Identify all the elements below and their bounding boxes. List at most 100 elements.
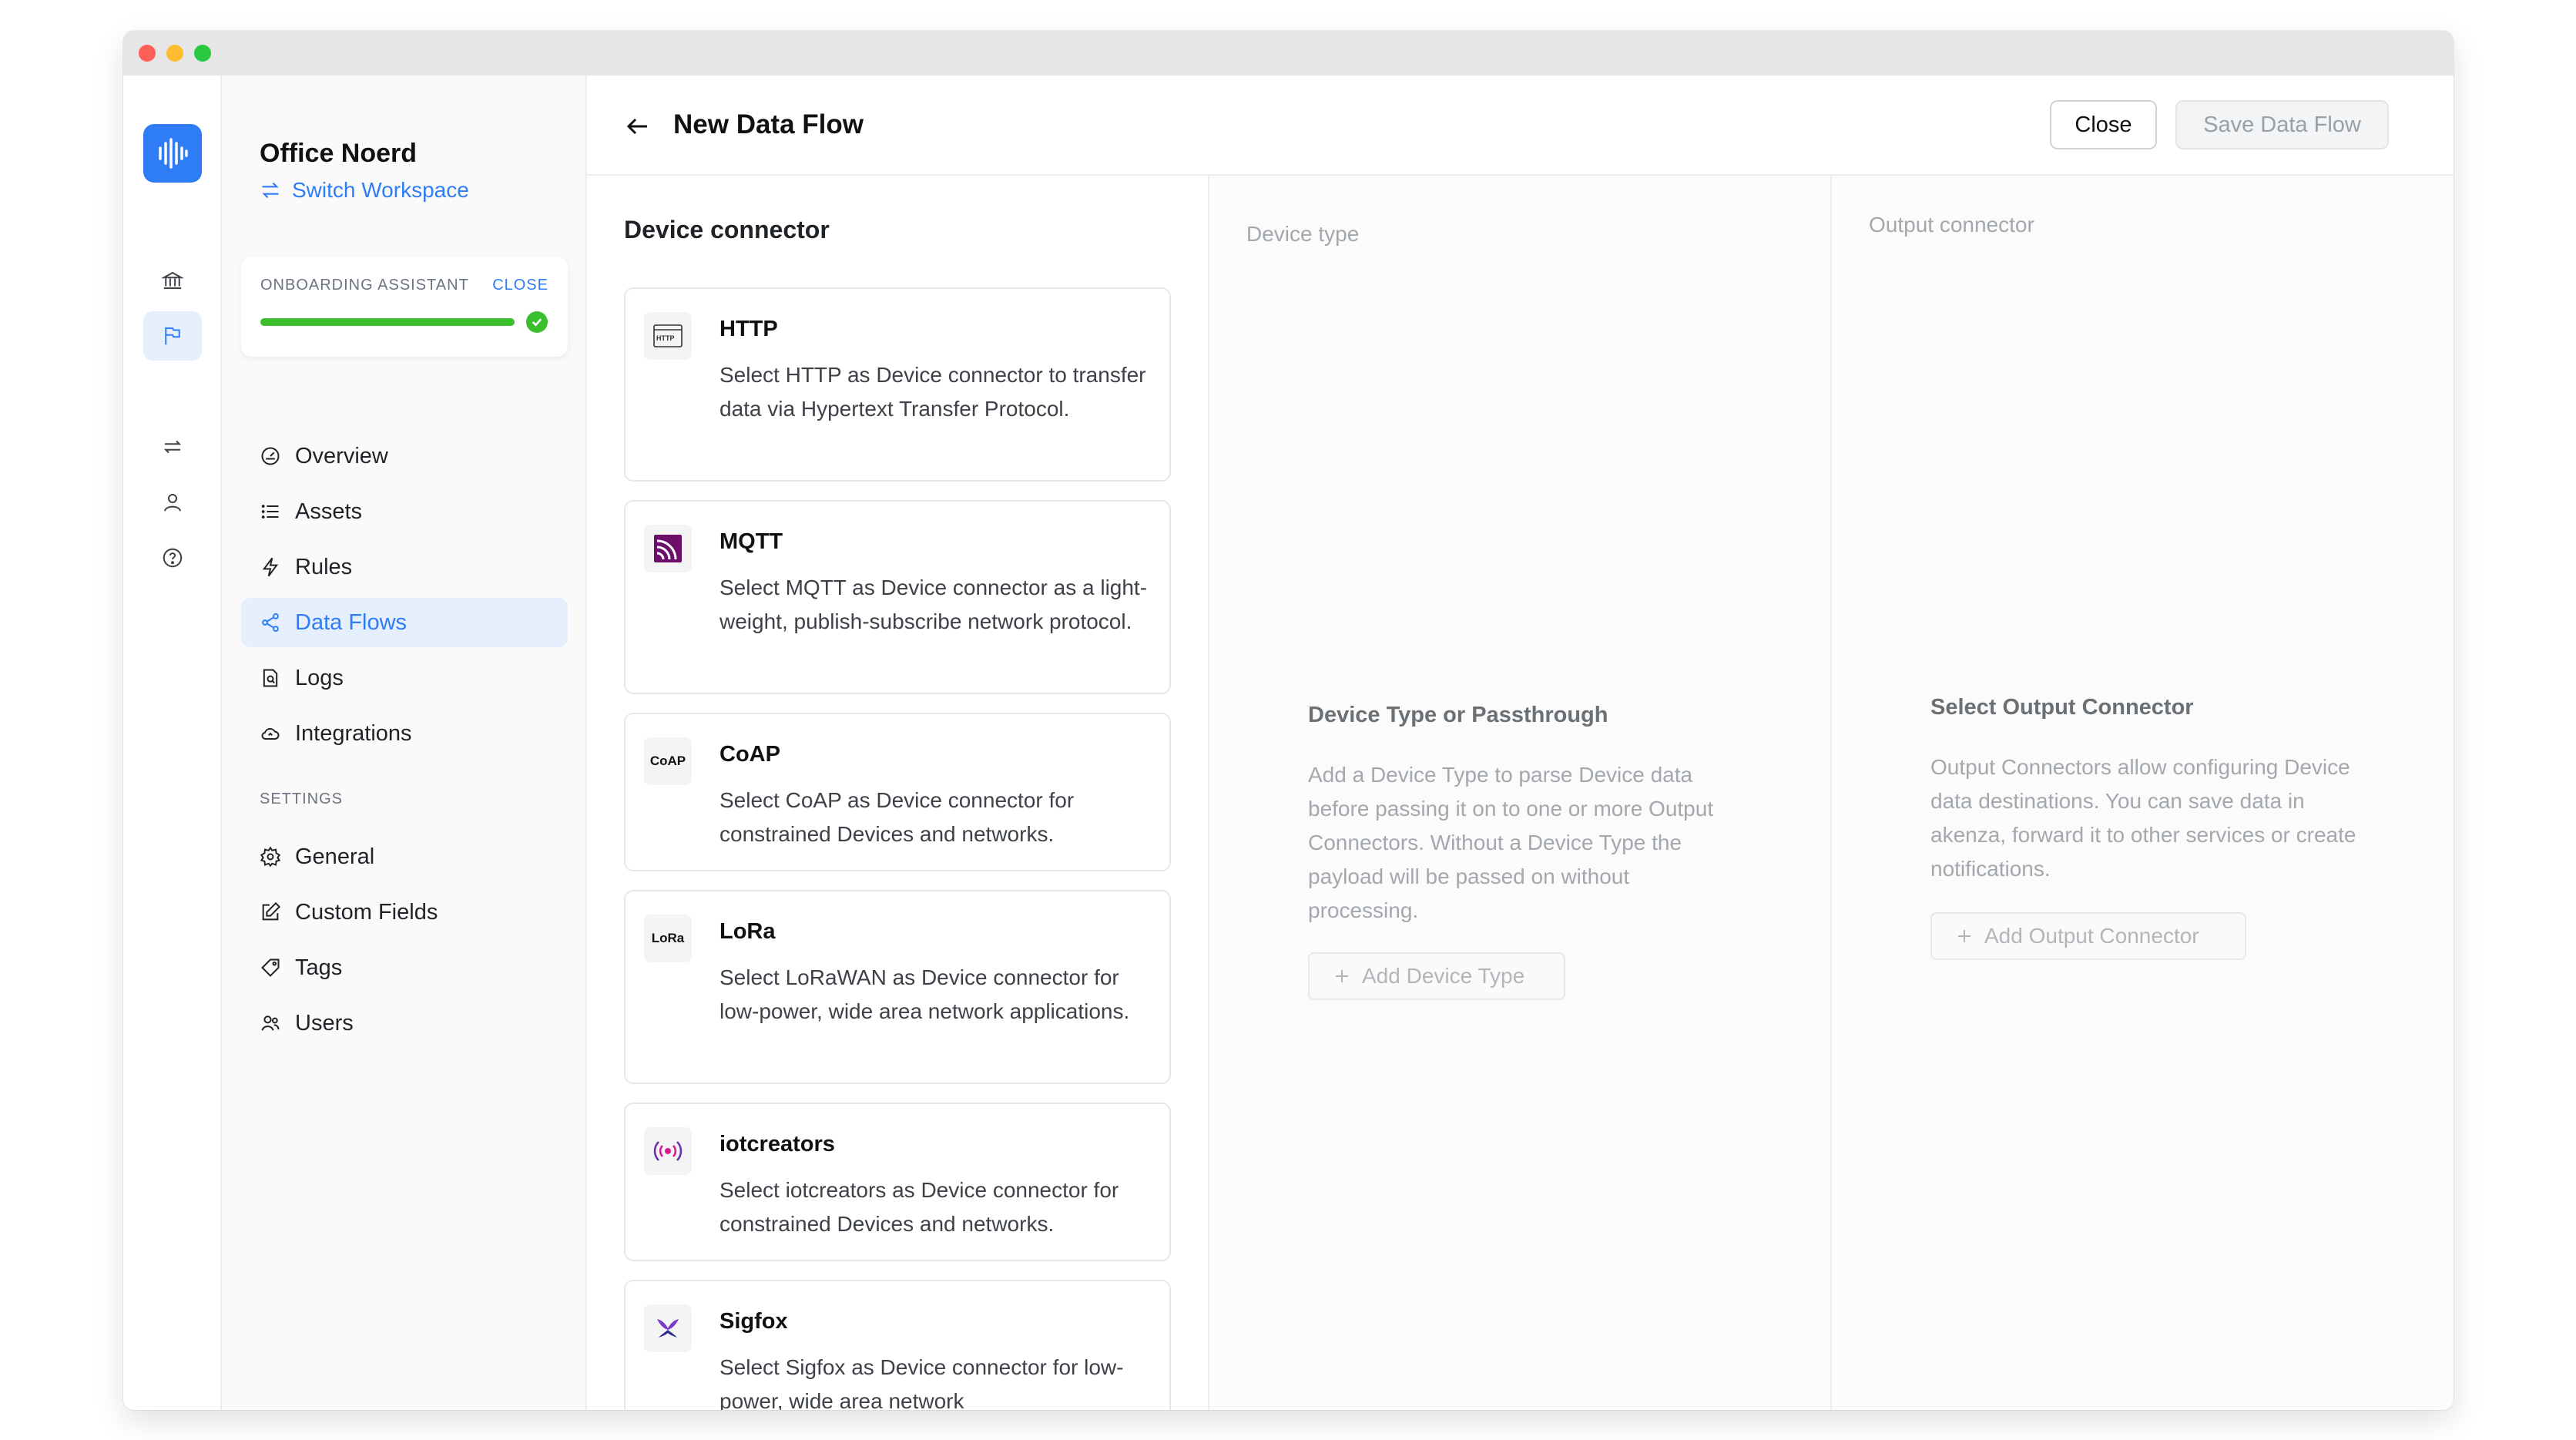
nav-item-tags[interactable]: Tags bbox=[241, 943, 568, 992]
connector-description: Select iotcreators as Device connector f… bbox=[719, 1178, 1119, 1236]
onboarding-close-button[interactable]: CLOSE bbox=[492, 277, 548, 294]
connector-description: Select LoRaWAN as Device connector for l… bbox=[719, 965, 1130, 1023]
onboarding-progress-fill bbox=[260, 318, 515, 326]
http-icon: HTTP bbox=[644, 312, 692, 360]
onboarding-assistant: ONBOARDING ASSISTANT CLOSE bbox=[241, 257, 568, 357]
connector-description: Select HTTP as Device connector to trans… bbox=[719, 363, 1146, 421]
flag-icon bbox=[165, 327, 180, 345]
output-connector-header: Output connector bbox=[1869, 213, 2034, 237]
connector-name: iotcreators bbox=[719, 1132, 835, 1156]
nav-item-label: Assets bbox=[295, 498, 363, 524]
connector-description: Select CoAP as Device connector for cons… bbox=[719, 788, 1075, 846]
nav-item-rules[interactable]: Rules bbox=[241, 542, 568, 592]
lightning-icon bbox=[262, 557, 279, 577]
device-type-empty-description: Add a Device Type to parse Device data b… bbox=[1308, 763, 1714, 922]
nav-item-custom-fields[interactable]: Custom Fields bbox=[241, 888, 568, 937]
user-icon bbox=[164, 494, 181, 512]
nav-item-users[interactable]: Users bbox=[241, 999, 568, 1048]
add-output-connector-label: Add Output Connector bbox=[1984, 924, 2199, 948]
document-search-icon bbox=[263, 669, 278, 687]
nav-item-logs[interactable]: Logs bbox=[241, 653, 568, 703]
switch-workspace-label: Switch Workspace bbox=[292, 178, 469, 202]
device-type-empty-title: Device Type or Passthrough bbox=[1308, 703, 1608, 727]
app-window: Office Noerd Switch Workspace ONBOARDING… bbox=[123, 31, 2454, 1410]
audio-wave-logo-icon bbox=[159, 138, 188, 169]
connector-name: Sigfox bbox=[719, 1309, 788, 1334]
add-output-connector-button[interactable]: Add Output Connector bbox=[1930, 912, 2246, 960]
nav-item-general[interactable]: General bbox=[241, 832, 568, 881]
help-icon bbox=[163, 548, 183, 568]
share-nodes-icon bbox=[262, 613, 279, 633]
lora-icon: LoRa bbox=[644, 915, 692, 962]
gear-icon bbox=[260, 846, 281, 868]
edit-icon bbox=[262, 901, 281, 921]
switch-arrows-icon bbox=[262, 182, 279, 199]
add-device-type-label: Add Device Type bbox=[1362, 964, 1525, 988]
nav-item-integrations[interactable]: Integrations bbox=[241, 709, 568, 758]
device-connector-column: Device connector HTTP HTTP Select HTTP a… bbox=[587, 176, 1209, 1410]
device-connector-title: Device connector bbox=[624, 216, 830, 243]
rail-help-button[interactable] bbox=[143, 533, 202, 582]
rail-user-button[interactable] bbox=[143, 478, 202, 527]
svg-text:HTTP: HTTP bbox=[656, 334, 675, 342]
window-minimize-dot[interactable] bbox=[166, 45, 183, 62]
connector-card-sigfox[interactable]: Sigfox Select Sigfox as Device connector… bbox=[624, 1280, 1171, 1410]
window-maximize-dot[interactable] bbox=[194, 45, 211, 62]
connector-card-iotcreators[interactable]: iotcreators Select iotcreators as Device… bbox=[624, 1103, 1171, 1261]
connector-name: HTTP bbox=[719, 317, 778, 341]
rail-flag-button[interactable] bbox=[143, 311, 202, 361]
rail-repeat-button[interactable] bbox=[143, 422, 202, 472]
connector-name: MQTT bbox=[719, 529, 783, 554]
workspace-name: Office Noerd bbox=[260, 139, 418, 168]
settings-section-label: SETTINGS bbox=[260, 790, 344, 807]
window-close-dot[interactable] bbox=[139, 45, 156, 62]
device-type-column: Device type Device Type or Passthrough A… bbox=[1209, 176, 1832, 1410]
bank-icon bbox=[161, 271, 184, 289]
dashboard-gauge-icon bbox=[261, 447, 280, 465]
nav-item-label: Logs bbox=[295, 665, 344, 690]
nav-item-label: Data Flows bbox=[295, 609, 408, 635]
onboarding-label: ONBOARDING ASSISTANT bbox=[260, 277, 469, 294]
output-connector-empty-description: Output Connectors allow configuring Devi… bbox=[1930, 755, 2356, 881]
connector-name: LoRa bbox=[719, 919, 776, 944]
list-icon bbox=[261, 505, 279, 519]
nav-item-assets[interactable]: Assets bbox=[241, 487, 568, 536]
rail-home-button[interactable] bbox=[143, 256, 202, 305]
mqtt-icon bbox=[644, 525, 692, 572]
nav-item-label: Overview bbox=[295, 443, 388, 468]
tag-icon bbox=[261, 958, 280, 977]
device-type-header: Device type bbox=[1246, 222, 1360, 246]
main-panel: New Data Flow Close Save Data Flow Devic… bbox=[587, 76, 2454, 1410]
connector-card-http[interactable]: HTTP HTTP Select HTTP as Device connecto… bbox=[624, 287, 1171, 482]
users-icon bbox=[261, 1015, 280, 1031]
check-icon bbox=[526, 311, 548, 333]
connector-card-coap[interactable]: CoAP CoAP Select CoAP as Device connecto… bbox=[624, 713, 1171, 871]
coap-icon: CoAP bbox=[644, 737, 692, 785]
page-title: New Data Flow bbox=[673, 109, 864, 139]
app-logo[interactable] bbox=[143, 124, 202, 183]
nav-item-label: Tags bbox=[295, 955, 343, 980]
icon-rail bbox=[123, 76, 222, 1410]
close-button[interactable]: Close bbox=[2050, 100, 2157, 149]
output-connector-column: Output connector Select Output Connector… bbox=[1832, 176, 2454, 1410]
add-device-type-button[interactable]: Add Device Type bbox=[1308, 952, 1565, 1000]
cloud-icon bbox=[261, 728, 280, 740]
nav-item-label: General bbox=[295, 844, 375, 869]
nav-item-overview[interactable]: Overview bbox=[241, 431, 568, 481]
switch-workspace-link[interactable]: Switch Workspace bbox=[260, 178, 469, 203]
repeat-icon bbox=[163, 440, 182, 454]
output-connector-empty-title: Select Output Connector bbox=[1930, 695, 2194, 720]
connector-description: Select MQTT as Device connector as a lig… bbox=[719, 576, 1148, 633]
iotcreators-icon bbox=[644, 1127, 692, 1175]
connector-card-lora[interactable]: LoRa LoRa Select LoRaWAN as Device conne… bbox=[624, 890, 1171, 1084]
plus-icon bbox=[1336, 970, 1348, 982]
save-data-flow-button[interactable]: Save Data Flow bbox=[2175, 100, 2389, 149]
back-arrow-icon[interactable] bbox=[624, 112, 652, 140]
connector-description: Select Sigfox as Device connector for lo… bbox=[719, 1355, 1124, 1410]
window-titlebar bbox=[123, 31, 2454, 76]
onboarding-progress-bar bbox=[260, 318, 515, 326]
nav-item-label: Rules bbox=[295, 554, 353, 579]
connector-card-mqtt[interactable]: MQTT Select MQTT as Device connector as … bbox=[624, 500, 1171, 694]
nav-item-data-flows[interactable]: Data Flows bbox=[241, 598, 568, 647]
main-header: New Data Flow Close Save Data Flow bbox=[587, 76, 2454, 176]
